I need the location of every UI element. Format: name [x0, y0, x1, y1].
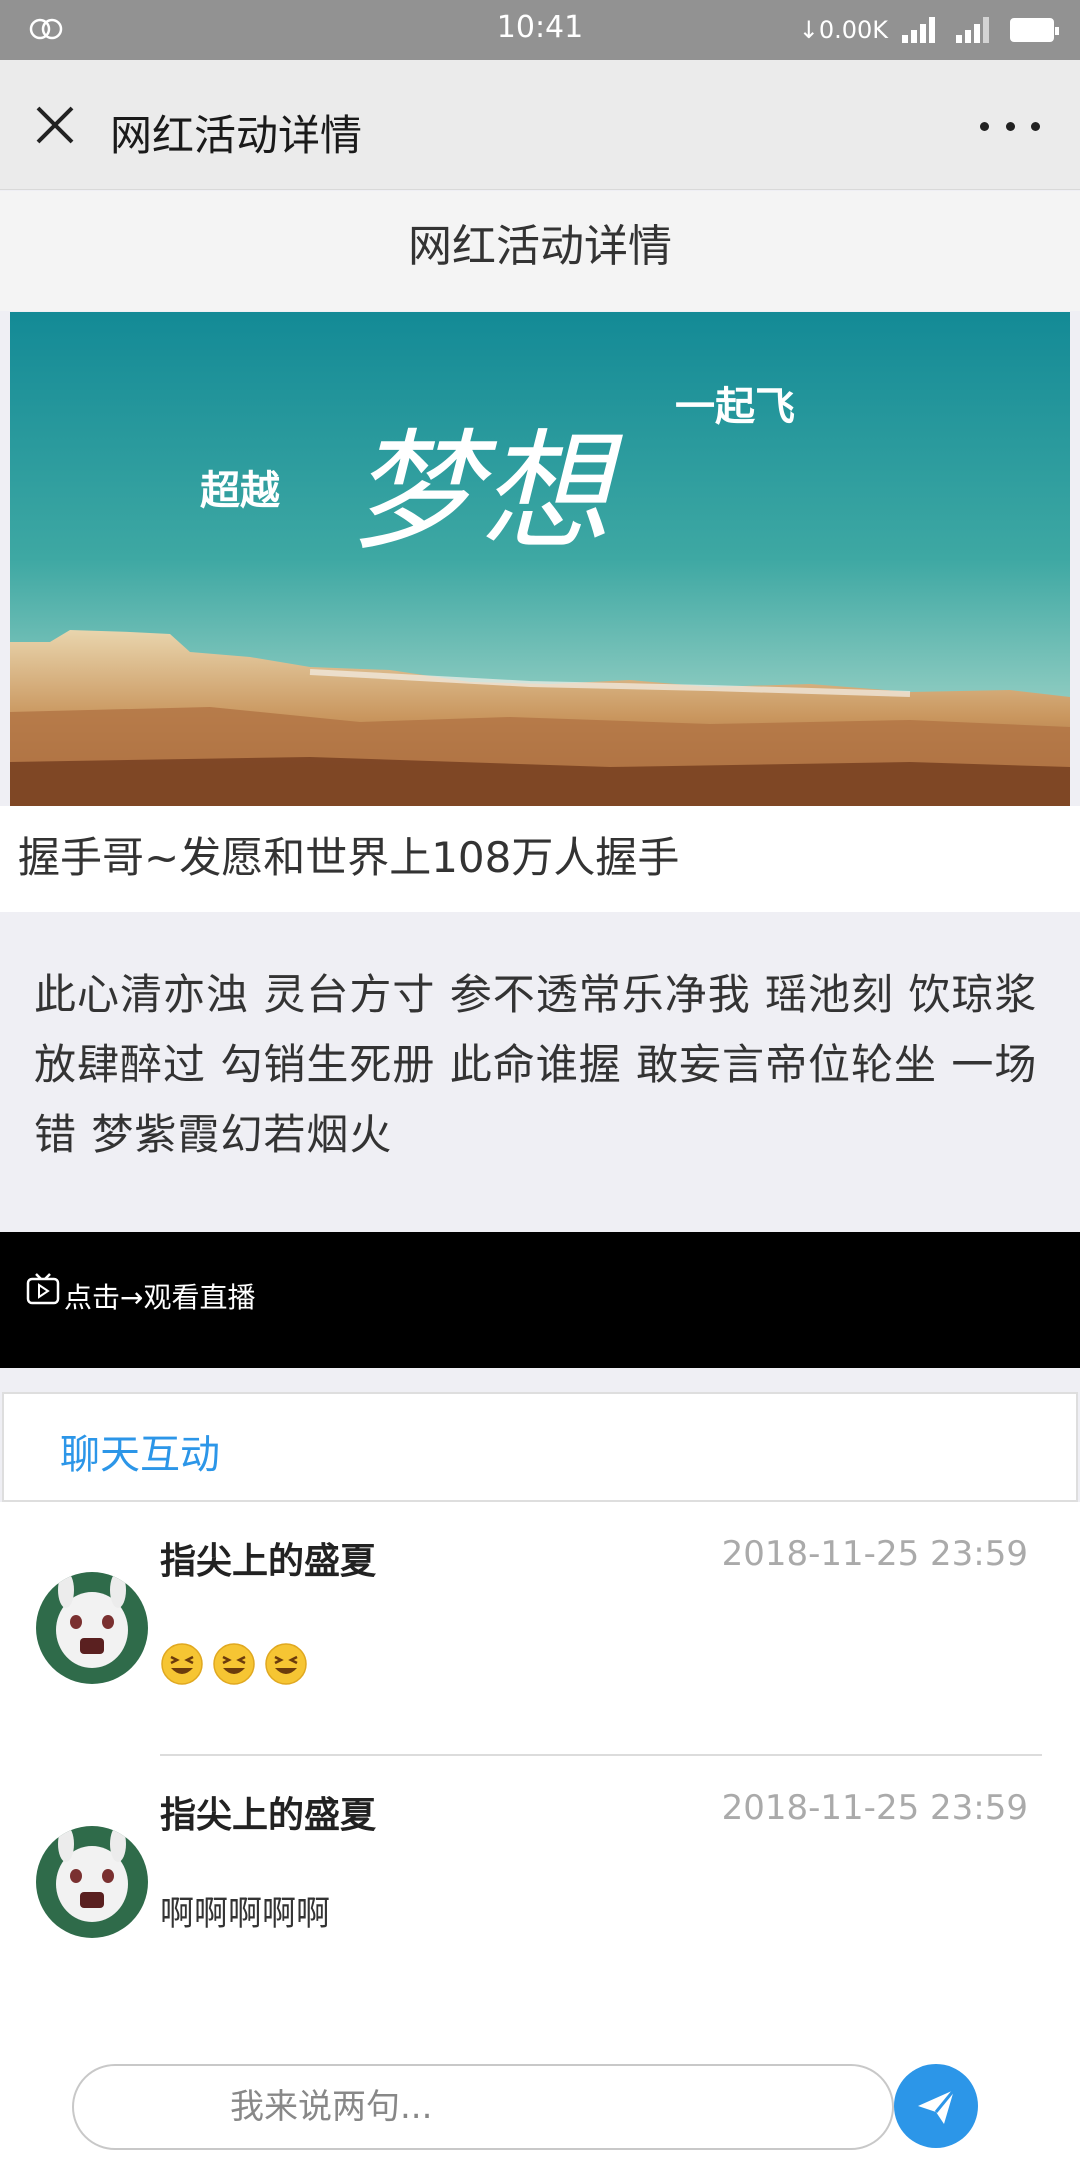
chat-message-list: 指尖上的盛夏 2018-11-25 23:59 指尖上的盛夏 2018-11-2…	[0, 1502, 1080, 2010]
signal-icon	[902, 17, 942, 43]
avatar[interactable]	[36, 1572, 148, 1684]
nav-bar: 网红活动详情	[0, 60, 1080, 190]
activity-banner[interactable]: 超越 梦想 一起飞	[10, 312, 1070, 806]
laughing-emoji	[265, 1643, 307, 1685]
battery-icon	[1010, 18, 1059, 42]
banner-text-left: 超越	[200, 467, 280, 514]
banner-image: 超越 梦想 一起飞	[10, 312, 1070, 806]
message-author: 指尖上的盛夏	[160, 1541, 377, 1582]
message-time: 2018-11-25 23:59	[721, 1788, 1028, 1828]
live-stream-link[interactable]: 点击→观看直播	[0, 1232, 1080, 1368]
more-icon[interactable]	[980, 118, 1040, 134]
banner-text-right: 一起飞	[675, 383, 795, 430]
net-speed: ↓0.00K	[798, 16, 888, 44]
chat-input-bar	[0, 2002, 1080, 2160]
tab-chat-interaction[interactable]: 聊天互动	[2, 1392, 1078, 1502]
send-icon	[918, 2089, 956, 2124]
chat-input[interactable]	[72, 2064, 894, 2150]
page-title: 网红活动详情	[0, 191, 1080, 311]
banner-text-main: 梦想	[350, 416, 623, 568]
message-content	[160, 1642, 316, 1686]
chat-message: 指尖上的盛夏 2018-11-25 23:59 啊啊啊啊啊	[0, 1756, 1080, 2010]
avatar[interactable]	[36, 1826, 148, 1938]
tv-icon	[26, 1273, 60, 1305]
chat-message: 指尖上的盛夏 2018-11-25 23:59	[0, 1502, 1080, 1756]
signal-icon	[956, 17, 996, 43]
message-author: 指尖上的盛夏	[160, 1795, 377, 1836]
activity-description: 此心清亦浊 灵台方寸 参不透常乐净我 瑶池刻 饮琼浆放肆醉过 勾销生死册 此命谁…	[0, 912, 1080, 1232]
send-button[interactable]	[894, 2064, 978, 2148]
laughing-emoji	[213, 1643, 255, 1685]
live-stream-label: 点击→观看直播	[64, 1281, 256, 1314]
message-time: 2018-11-25 23:59	[721, 1534, 1028, 1574]
close-icon[interactable]	[30, 100, 80, 150]
status-bar: 10:41 ↓0.00K	[0, 0, 1080, 60]
tab-chat-label: 聊天互动	[60, 1432, 220, 1478]
message-content: 啊啊啊啊啊	[160, 1894, 330, 1934]
nav-title: 网红活动详情	[110, 111, 363, 160]
laughing-emoji	[161, 1643, 203, 1685]
activity-title: 握手哥~发愿和世界上108万人握手	[0, 806, 1080, 912]
